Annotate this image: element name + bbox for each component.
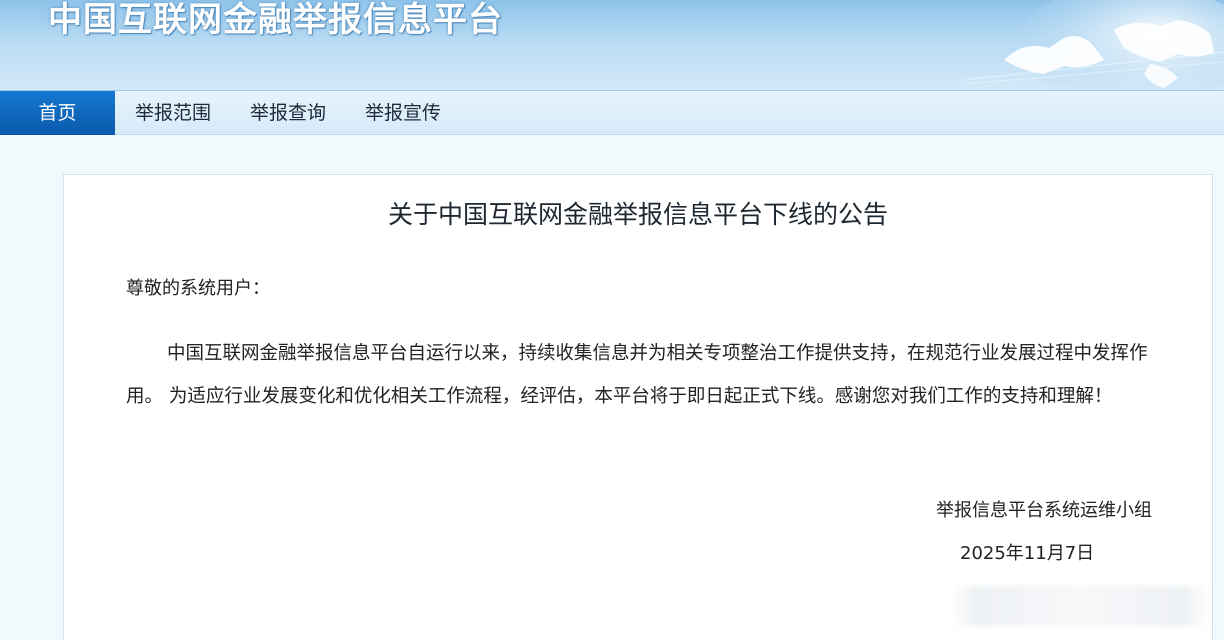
main-nav: 首页 举报范围 举报查询 举报宣传	[0, 90, 1224, 135]
site-title: 中国互联网金融举报信息平台	[48, 0, 503, 40]
world-map-globe-icon	[964, 0, 1224, 90]
notice-salutation: 尊敬的系统用户：	[126, 278, 270, 299]
nav-item-report-query[interactable]: 举报查询	[236, 91, 340, 135]
blurred-footer-region	[950, 586, 1210, 626]
site-header-banner: 中国互联网金融举报信息平台	[0, 0, 1224, 90]
nav-item-home[interactable]: 首页	[0, 91, 115, 135]
nav-item-report-scope[interactable]: 举报范围	[120, 91, 226, 135]
notice-title: 关于中国互联网金融举报信息平台下线的公告	[387, 200, 888, 229]
notice-date: 2025年11月7日	[960, 543, 1095, 564]
notice-panel: 关于中国互联网金融举报信息平台下线的公告 尊敬的系统用户： 中国互联网金融举报信…	[63, 174, 1213, 640]
notice-body: 中国互联网金融举报信息平台自运行以来，持续收集信息并为相关专项整治工作提供支持，…	[126, 343, 1148, 407]
nav-item-report-publicity[interactable]: 举报宣传	[351, 91, 455, 135]
notice-signature: 举报信息平台系统运维小组	[936, 500, 1152, 521]
